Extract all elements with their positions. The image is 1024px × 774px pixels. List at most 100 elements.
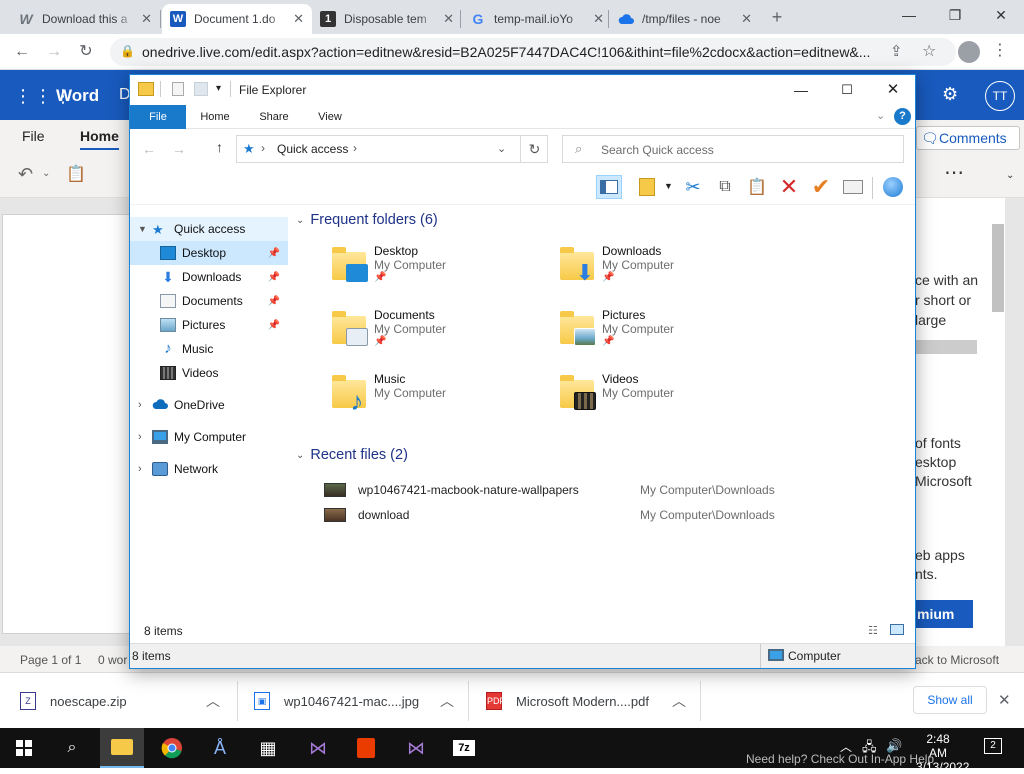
tab-share[interactable]: Share <box>248 105 300 129</box>
browser-tab[interactable]: /tmp/files - noe ✕ <box>610 4 760 34</box>
minimize-icon[interactable]: — <box>886 0 932 32</box>
download-item[interactable]: Z noescape.zip <box>20 685 127 717</box>
close-icon[interactable]: ✕ <box>593 11 604 27</box>
pin-icon[interactable]: 📌 <box>268 272 280 283</box>
chevron-up-icon[interactable]: ︿ <box>840 738 852 755</box>
folder-tile-pictures[interactable]: Pictures My Computer 📌 <box>556 308 776 368</box>
tab-home[interactable]: Home <box>80 128 119 150</box>
seven-zip-icon[interactable]: 7z <box>442 728 486 768</box>
folder-tile-documents[interactable]: Documents My Computer 📌 <box>328 308 548 368</box>
properties-icon[interactable] <box>840 175 866 199</box>
nav-documents[interactable]: Documents 📌 <box>130 289 288 313</box>
nav-downloads[interactable]: ⬇ Downloads 📌 <box>130 265 288 289</box>
chevron-down-icon[interactable]: ▼ <box>138 224 152 234</box>
chevron-right-icon[interactable]: › <box>353 141 357 155</box>
chevron-down-icon[interactable]: ⌄ <box>42 168 50 179</box>
close-icon[interactable]: ✕ <box>293 11 304 27</box>
feedback-link[interactable]: ack to Microsoft <box>915 653 999 667</box>
large-icons-view-icon[interactable] <box>890 624 904 635</box>
frequent-folders-header[interactable]: ⌄ Frequent folders (6) <box>296 212 438 228</box>
search-box[interactable]: ⌕ Search Quick access <box>562 135 904 163</box>
windows-start-icon[interactable] <box>2 728 46 768</box>
menu-kebab-icon[interactable]: ⋮ <box>992 40 1008 60</box>
chevron-up-icon[interactable]: ︿ <box>440 691 454 711</box>
recent-files-header[interactable]: ⌄ Recent files (2) <box>296 447 408 463</box>
folder-tile-downloads[interactable]: ⬇ Downloads My Computer 📌 <box>556 244 776 304</box>
volume-icon[interactable]: 🔊 <box>886 738 902 754</box>
browser-tab-active[interactable]: W Document 1.do ✕ <box>162 4 312 34</box>
close-window-icon[interactable]: ✕ <box>978 0 1024 32</box>
profile-icon[interactable] <box>958 41 980 63</box>
folder-tile-music[interactable]: ♪ Music My Computer <box>328 372 548 432</box>
file-explorer-taskbar-icon[interactable] <box>100 728 144 768</box>
history-dropdown-icon[interactable]: ⌄ <box>497 142 506 155</box>
refresh-icon[interactable]: ↻ <box>520 135 548 163</box>
nav-onedrive[interactable]: › OneDrive <box>130 393 288 417</box>
browser-tab[interactable]: G temp-mail.ioYo ✕ <box>462 4 612 34</box>
notification-icon[interactable]: 2 <box>984 738 1002 754</box>
comments-button[interactable]: 🗨 Comments <box>916 126 1020 150</box>
browser-tab[interactable]: W Download this a ✕ <box>10 4 160 34</box>
recent-file-row[interactable]: download My Computer\Downloads <box>324 503 904 527</box>
more-options-icon[interactable]: ⋯ <box>944 160 964 185</box>
close-icon[interactable]: ✕ <box>878 77 908 103</box>
new-folder-icon[interactable] <box>194 82 208 96</box>
up-arrow-icon[interactable]: ↑ <box>216 139 223 155</box>
avatar[interactable]: TT <box>985 81 1015 111</box>
forward-icon[interactable]: → <box>42 40 66 64</box>
copy-icon[interactable]: ⧉ <box>712 175 738 199</box>
address-box[interactable]: ★ › Quick access › ⌄ <box>236 135 548 163</box>
download-item[interactable]: PDF Microsoft Modern....pdf <box>486 685 649 717</box>
chevron-up-icon[interactable]: ︿ <box>672 691 686 711</box>
undo-icon[interactable]: ↶ <box>18 164 33 185</box>
customize-dropdown-icon[interactable]: ▾ <box>216 83 221 94</box>
rename-check-icon[interactable]: ✔ <box>808 174 834 199</box>
scrollbar[interactable] <box>991 198 1005 646</box>
chevron-right-icon[interactable]: › <box>138 463 152 475</box>
preview-pane-icon[interactable] <box>596 175 622 199</box>
network-tray-icon[interactable]: 🖧 <box>862 738 877 760</box>
close-icon[interactable]: ✕ <box>141 11 152 27</box>
nav-quick-access[interactable]: ▼ ★ Quick access <box>130 217 288 241</box>
chevron-right-icon[interactable]: › <box>138 431 152 443</box>
new-tab-button[interactable]: + <box>766 7 788 29</box>
bookmark-star-icon[interactable]: ☆ <box>922 41 936 61</box>
globe-icon[interactable] <box>880 175 906 199</box>
maximize-icon[interactable]: ☐ <box>832 77 862 103</box>
search-icon[interactable]: ⌕ <box>50 728 94 768</box>
visual-studio-icon[interactable]: ⋈ <box>394 728 438 768</box>
app-a-icon[interactable]: Å <box>198 728 242 768</box>
chevron-right-icon[interactable]: › <box>138 399 152 411</box>
recent-file-row[interactable]: wp10467421-macbook-nature-wallpapers My … <box>324 478 904 502</box>
nav-my-computer[interactable]: › My Computer <box>130 425 288 449</box>
delete-icon[interactable]: ✕ <box>776 174 802 199</box>
paste-icon[interactable]: 📋 <box>744 175 770 199</box>
chevron-down-icon[interactable]: ⌄ <box>876 109 885 122</box>
pin-icon[interactable]: 📌 <box>268 248 280 259</box>
chevron-up-icon[interactable]: ︿ <box>206 691 220 711</box>
browser-tab[interactable]: 1 Disposable tem ✕ <box>312 4 462 34</box>
pin-icon[interactable]: 📌 <box>268 296 280 307</box>
nav-desktop[interactable]: Desktop 📌 <box>130 241 288 265</box>
premium-button[interactable]: mium <box>915 600 973 628</box>
nav-videos[interactable]: Videos <box>130 361 288 385</box>
office-icon[interactable] <box>344 728 388 768</box>
calculator-icon[interactable]: ▦ <box>246 728 290 768</box>
nav-network[interactable]: › Network <box>130 457 288 481</box>
tab-file[interactable]: File <box>130 105 186 129</box>
properties-icon[interactable] <box>172 82 184 96</box>
chevron-down-icon[interactable]: ⌄ <box>1006 170 1014 181</box>
download-item[interactable]: ▣ wp10467421-mac....jpg <box>254 685 419 717</box>
restore-icon[interactable]: ❐ <box>932 0 978 32</box>
clipboard-icon[interactable]: 📋 <box>66 164 86 184</box>
scroll-track[interactable] <box>915 340 977 354</box>
close-icon[interactable]: ✕ <box>998 691 1011 709</box>
back-icon[interactable]: ← <box>10 40 34 64</box>
details-view-icon[interactable]: ☷ <box>868 624 878 637</box>
tab-view[interactable]: View <box>306 105 354 129</box>
forward-icon[interactable]: → <box>172 141 186 157</box>
nav-music[interactable]: ♪ Music <box>130 337 288 361</box>
tab-file[interactable]: File <box>22 128 45 144</box>
close-icon[interactable]: ✕ <box>443 11 454 27</box>
back-icon[interactable]: ← <box>142 141 156 157</box>
